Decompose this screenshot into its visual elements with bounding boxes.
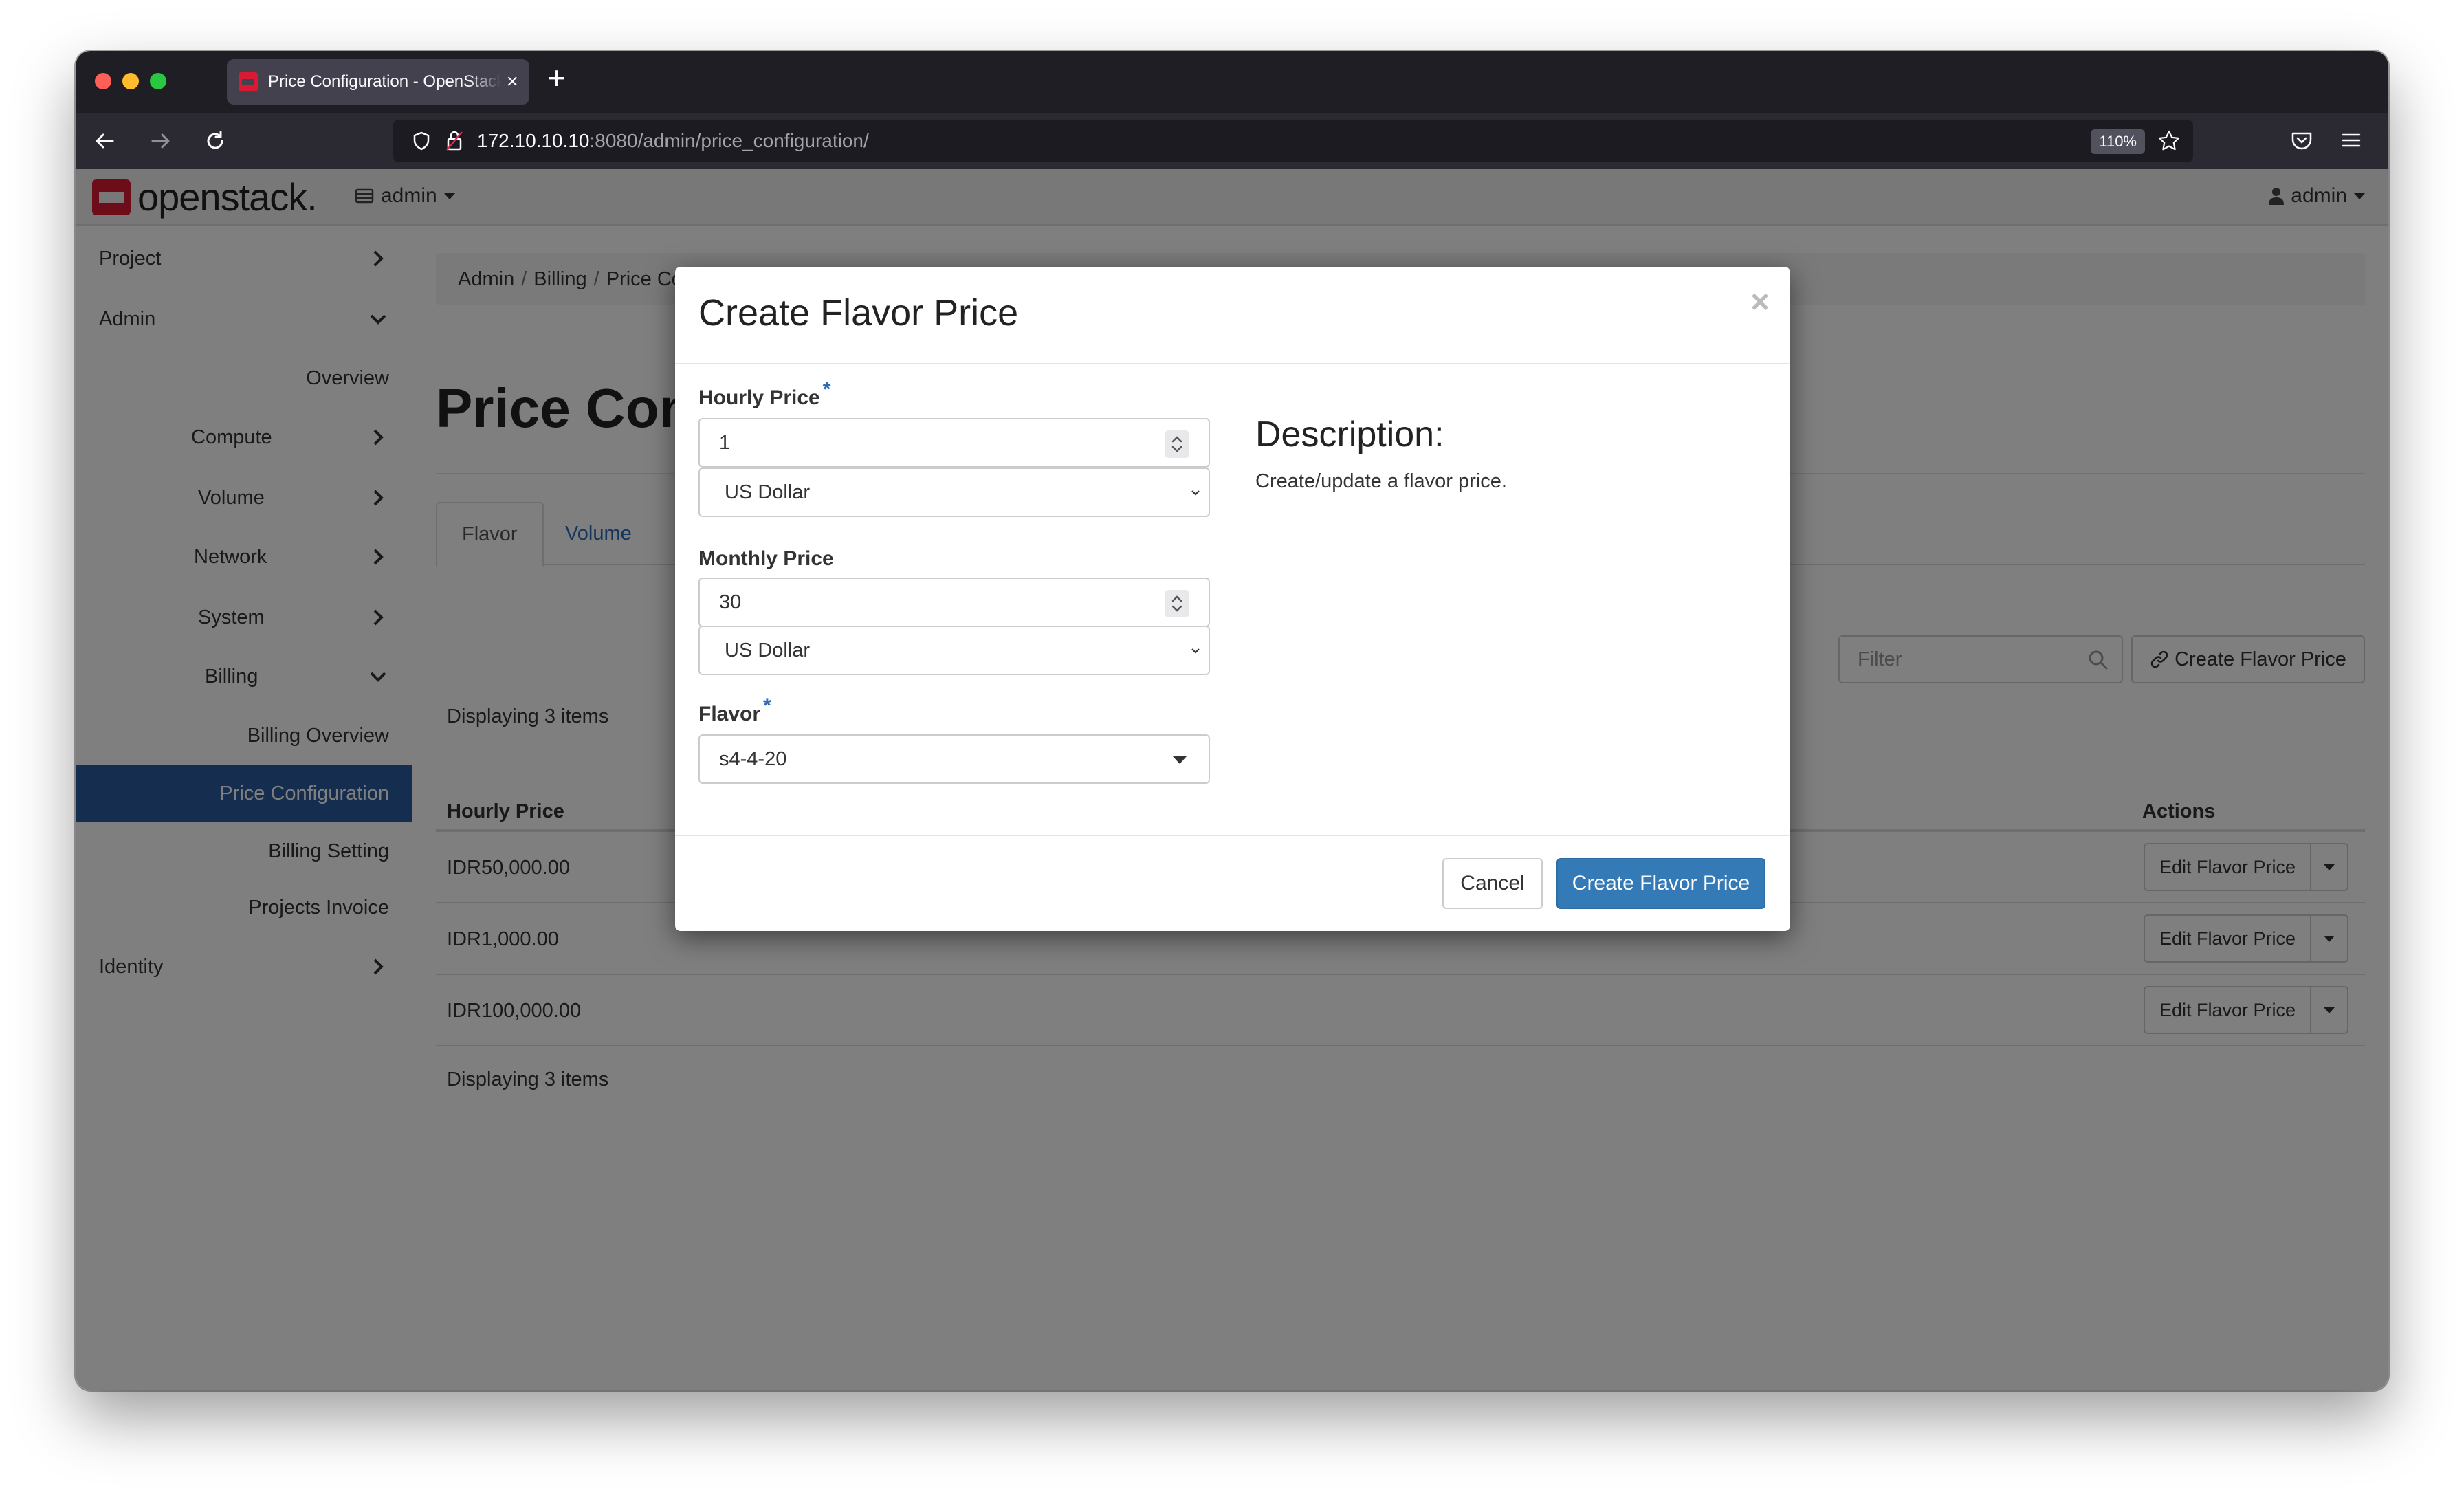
hourly-currency-value: US Dollar bbox=[725, 481, 811, 503]
tab-close-icon[interactable]: × bbox=[506, 72, 518, 92]
monthly-currency-value: US Dollar bbox=[725, 639, 811, 661]
cancel-button[interactable]: Cancel bbox=[1442, 858, 1543, 909]
tab-title: Price Configuration - OpenStack bbox=[268, 72, 502, 91]
chevron-down-icon bbox=[1191, 648, 1200, 654]
flavor-label-text: Flavor bbox=[698, 703, 761, 725]
monthly-currency-select[interactable]: US Dollar bbox=[698, 626, 1210, 675]
close-window-button[interactable] bbox=[95, 73, 111, 89]
page-viewport: openstack. admin admin Project Admin bbox=[76, 169, 2388, 1390]
url-path: :8080/admin/price_configuration/ bbox=[589, 130, 869, 151]
zoom-level-badge[interactable]: 110% bbox=[2091, 129, 2145, 154]
create-flavor-price-modal: Create Flavor Price × Hourly Price * 1 US… bbox=[675, 267, 1790, 931]
hourly-currency-select[interactable]: US Dollar bbox=[698, 468, 1210, 517]
shield-icon[interactable] bbox=[411, 131, 432, 151]
modal-title: Create Flavor Price bbox=[698, 292, 1019, 333]
stepper-arrows-icon bbox=[1172, 436, 1182, 452]
browser-tab[interactable]: Price Configuration - OpenStack × bbox=[227, 59, 529, 105]
insecure-lock-icon[interactable] bbox=[444, 129, 465, 153]
hourly-price-label: Hourly Price * bbox=[698, 378, 830, 410]
new-tab-button[interactable]: + bbox=[547, 62, 566, 94]
browser-toolbar: 172.10.10.10:8080/admin/price_configurat… bbox=[76, 113, 2388, 169]
monthly-price-value: 30 bbox=[719, 591, 742, 613]
hourly-price-label-text: Hourly Price bbox=[698, 386, 820, 409]
url-host: 172.10.10.10 bbox=[477, 130, 590, 151]
pocket-icon[interactable] bbox=[2289, 128, 2314, 153]
modal-header: Create Flavor Price × bbox=[675, 267, 1790, 364]
flavor-select[interactable]: s4-4-20 bbox=[698, 734, 1210, 784]
required-asterisk: * bbox=[822, 378, 831, 401]
caret-down-icon bbox=[1173, 756, 1187, 764]
number-stepper[interactable] bbox=[1165, 430, 1189, 458]
number-stepper[interactable] bbox=[1165, 590, 1189, 617]
forward-arrow-icon[interactable] bbox=[144, 125, 176, 157]
monthly-price-label: Monthly Price bbox=[698, 547, 834, 570]
monthly-price-input[interactable]: 30 bbox=[698, 578, 1210, 627]
modal-footer: Cancel Create Flavor Price bbox=[675, 835, 1790, 931]
hamburger-menu-icon[interactable] bbox=[2339, 128, 2364, 153]
close-icon[interactable]: × bbox=[1750, 286, 1770, 319]
hourly-price-value: 1 bbox=[719, 431, 731, 454]
address-bar[interactable]: 172.10.10.10:8080/admin/price_configurat… bbox=[393, 120, 2193, 162]
submit-create-flavor-price-button[interactable]: Create Flavor Price bbox=[1556, 858, 1766, 909]
reload-icon[interactable] bbox=[199, 125, 231, 157]
description-title: Description: bbox=[1255, 415, 1444, 454]
stepper-arrows-icon bbox=[1172, 595, 1182, 612]
flavor-value: s4-4-20 bbox=[719, 747, 787, 770]
required-asterisk: * bbox=[763, 694, 771, 717]
flavor-label: Flavor * bbox=[698, 694, 771, 726]
bookmark-star-icon[interactable] bbox=[2157, 129, 2181, 153]
minimize-window-button[interactable] bbox=[122, 73, 139, 89]
browser-window: Price Configuration - OpenStack × + 172.… bbox=[76, 51, 2388, 1390]
description-text: Create/update a flavor price. bbox=[1255, 470, 1507, 492]
hourly-price-input[interactable]: 1 bbox=[698, 418, 1210, 468]
maximize-window-button[interactable] bbox=[150, 73, 166, 89]
url-text[interactable]: 172.10.10.10:8080/admin/price_configurat… bbox=[477, 130, 869, 152]
chevron-down-icon bbox=[1191, 490, 1200, 496]
back-arrow-icon[interactable] bbox=[89, 125, 121, 157]
browser-tab-strip: Price Configuration - OpenStack × + bbox=[76, 51, 2388, 113]
openstack-favicon-icon bbox=[238, 72, 258, 92]
